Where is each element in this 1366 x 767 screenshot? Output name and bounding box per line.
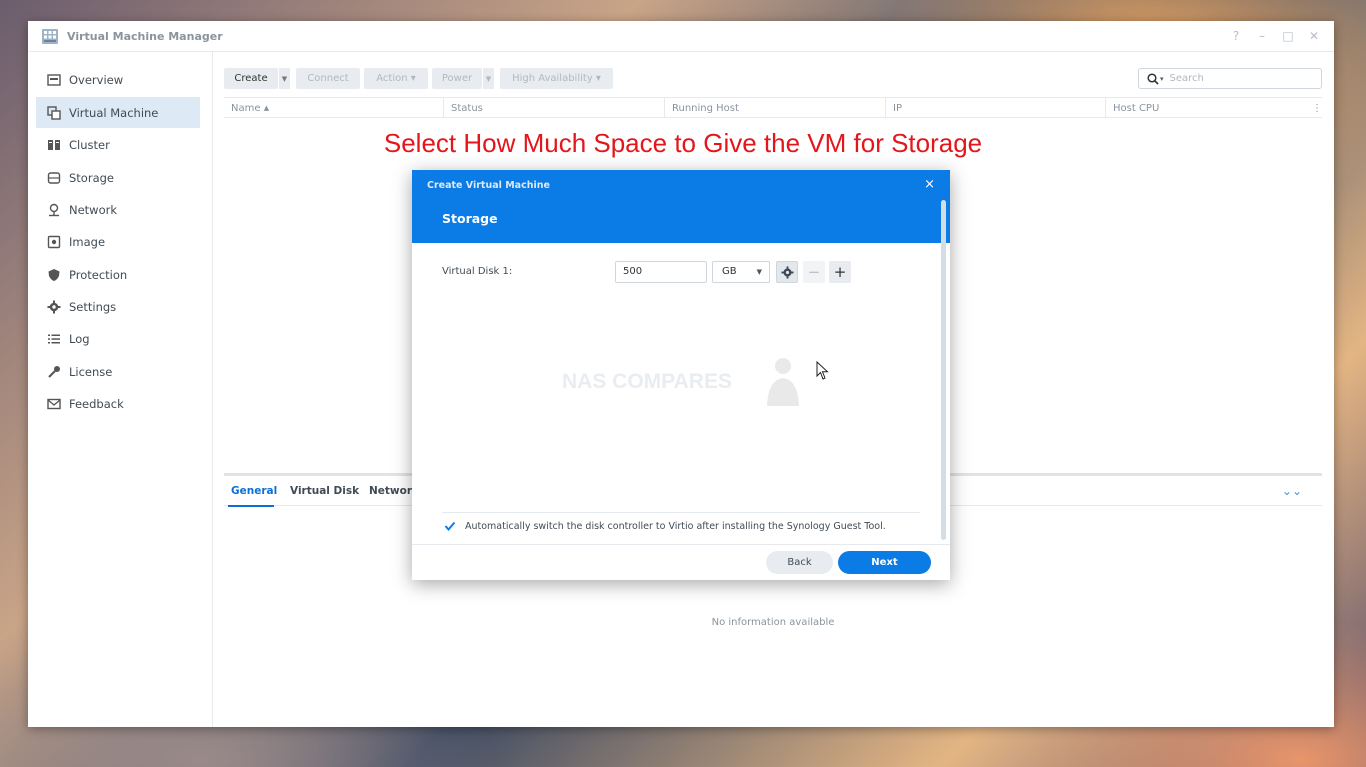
column-menu-icon[interactable]: ⋮: [1312, 98, 1322, 118]
create-button[interactable]: Create: [224, 68, 278, 89]
title-bar: Virtual Machine Manager ? – □ ✕: [28, 21, 1334, 52]
sidebar-item-label: Overview: [69, 72, 124, 87]
sidebar-item-image[interactable]: Image: [36, 226, 200, 257]
sidebar-item-label: Log: [69, 331, 90, 346]
high-availability-label: High Availability: [512, 73, 593, 84]
grid-header: Name ▲ Status Running Host IP Host CPU ⋮: [224, 97, 1322, 118]
disk-unit-value: GB: [722, 266, 737, 277]
search-icon: [1147, 72, 1159, 85]
sidebar-item-label: Network: [69, 202, 118, 217]
annotation-caption: Select How Much Space to Give the VM for…: [383, 128, 983, 158]
watermark-text: NAS COMPARES: [562, 370, 732, 393]
next-button[interactable]: Next: [838, 551, 931, 574]
create-dropdown-icon[interactable]: ▼: [278, 68, 290, 89]
connect-button[interactable]: Connect: [296, 68, 360, 89]
step-title: Storage: [442, 211, 498, 226]
sidebar-item-label: Image: [69, 234, 106, 249]
protection-icon: [47, 268, 61, 282]
mouse-cursor-icon: [816, 361, 829, 380]
plus-icon: +: [833, 263, 847, 281]
app-icon: [42, 29, 58, 44]
storage-icon: [47, 171, 61, 185]
mail-icon: [47, 397, 61, 411]
sidebar-item-label: License: [69, 364, 113, 379]
search-dropdown-icon[interactable]: ▾: [1160, 75, 1164, 83]
minimize-icon[interactable]: –: [1256, 29, 1268, 43]
column-label: Name: [231, 102, 261, 114]
dialog-title: Create Virtual Machine: [427, 180, 550, 191]
gear-icon: [47, 300, 61, 314]
power-button[interactable]: Power: [432, 68, 482, 89]
window-controls: ? – □ ✕: [1230, 29, 1320, 43]
virtual-machine-icon: [47, 105, 61, 120]
column-ip[interactable]: IP: [886, 98, 1106, 118]
sidebar-item-label: Storage: [69, 170, 114, 185]
active-tab-indicator: [228, 505, 274, 507]
column-status[interactable]: Status: [444, 98, 665, 118]
close-icon[interactable]: ×: [924, 177, 935, 192]
virtual-disk-label: Virtual Disk 1:: [442, 266, 513, 277]
high-availability-button[interactable]: High Availability ▾: [500, 68, 613, 89]
close-icon[interactable]: ✕: [1308, 29, 1320, 43]
sidebar-item-label: Virtual Machine: [69, 105, 159, 120]
sidebar-item-virtual-machine[interactable]: Virtual Machine: [36, 97, 200, 128]
dialog-scrollbar[interactable]: [941, 200, 946, 540]
tab-virtual-disk[interactable]: Virtual Disk: [290, 485, 359, 497]
column-host-cpu[interactable]: Host CPU: [1106, 98, 1312, 118]
sidebar-item-storage[interactable]: Storage: [36, 162, 200, 193]
sidebar-item-log[interactable]: Log: [36, 323, 200, 354]
dialog-header: Create Virtual Machine × Storage: [412, 170, 950, 243]
overview-icon: [47, 73, 61, 87]
disk-settings-button[interactable]: [776, 261, 798, 283]
create-vm-dialog: Create Virtual Machine × Storage Virtual…: [412, 170, 950, 580]
sidebar-item-label: Settings: [69, 299, 117, 314]
minus-icon: −: [807, 263, 821, 281]
network-icon: [47, 203, 61, 217]
empty-message: No information available: [711, 617, 835, 628]
disk-size-input[interactable]: 500: [615, 261, 707, 283]
sort-asc-icon: ▲: [263, 104, 270, 112]
sidebar-item-protection[interactable]: Protection: [36, 259, 200, 290]
collapse-icon[interactable]: ⌄⌄: [1282, 484, 1302, 498]
maximize-icon[interactable]: □: [1282, 29, 1294, 43]
sidebar-item-label: Protection: [69, 267, 128, 282]
chevron-down-icon: ▼: [756, 268, 762, 276]
search-placeholder: Search: [1169, 73, 1204, 84]
remove-disk-button[interactable]: −: [803, 261, 825, 283]
virtio-option[interactable]: Automatically switch the disk controller…: [444, 520, 886, 532]
tab-general[interactable]: General: [231, 485, 277, 497]
sidebar-item-feedback[interactable]: Feedback: [36, 388, 200, 419]
image-icon: [47, 235, 61, 249]
watermark-figure-icon: [767, 358, 799, 406]
help-icon[interactable]: ?: [1230, 29, 1242, 43]
gear-icon: [780, 265, 794, 279]
power-dropdown-icon[interactable]: ▼: [482, 68, 494, 89]
disk-unit-select[interactable]: GB ▼: [712, 261, 770, 283]
action-label: Action: [376, 73, 408, 84]
column-name[interactable]: Name ▲: [224, 98, 444, 118]
app-title: Virtual Machine Manager: [67, 30, 223, 43]
back-button[interactable]: Back: [766, 551, 833, 574]
action-button[interactable]: Action ▾: [364, 68, 428, 89]
virtio-checkbox-label: Automatically switch the disk controller…: [465, 520, 886, 532]
key-icon: [47, 365, 61, 379]
sidebar-item-label: Feedback: [69, 396, 124, 411]
add-disk-button[interactable]: +: [829, 261, 851, 283]
footer-divider: [412, 544, 950, 545]
sidebar-item-settings[interactable]: Settings: [36, 291, 200, 322]
sidebar-item-license[interactable]: License: [36, 356, 200, 387]
log-icon: [47, 332, 61, 346]
divider: [442, 512, 920, 513]
checkmark-icon: [444, 521, 456, 532]
sidebar-item-overview[interactable]: Overview: [36, 64, 200, 95]
search-input[interactable]: ▾ Search: [1138, 68, 1322, 89]
virtio-checkbox[interactable]: [444, 520, 456, 532]
column-running-host[interactable]: Running Host: [665, 98, 886, 118]
sidebar-item-network[interactable]: Network: [36, 194, 200, 225]
